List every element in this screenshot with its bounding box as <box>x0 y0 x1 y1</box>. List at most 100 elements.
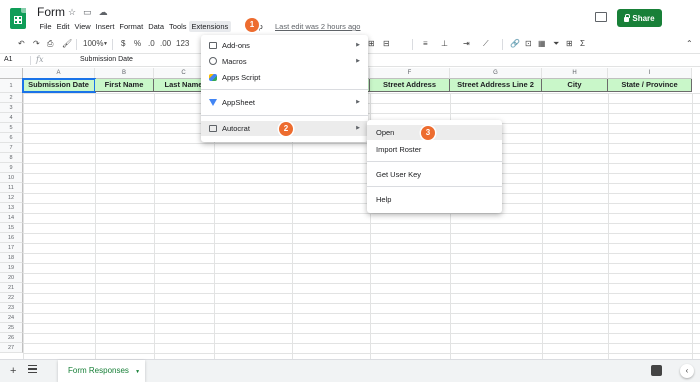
functions-icon[interactable]: Σ <box>580 39 585 48</box>
row-header[interactable]: 2 <box>0 93 23 103</box>
formula-input[interactable]: Submission Date <box>80 56 133 63</box>
cloud-status-icon[interactable]: ☁ <box>99 7 108 18</box>
merge-cells-icon[interactable]: ⊟ <box>383 39 390 48</box>
row-header[interactable]: 9 <box>0 163 23 173</box>
row-header[interactable]: 19 <box>0 263 23 273</box>
row-header[interactable]: 23 <box>0 303 23 313</box>
collapse-toolbar-icon[interactable]: ⌃ <box>686 39 693 48</box>
row-header[interactable]: 21 <box>0 283 23 293</box>
insert-link-icon[interactable]: 🔗 <box>510 39 520 48</box>
row-header[interactable]: 3 <box>0 103 23 113</box>
row-header[interactable]: 13 <box>0 203 23 213</box>
column-header-b[interactable]: B <box>95 68 154 79</box>
row-header[interactable]: 10 <box>0 173 23 183</box>
menu-file[interactable]: File <box>37 21 54 32</box>
insert-comment-icon[interactable]: ⊡ <box>525 39 532 48</box>
row-header[interactable]: 17 <box>0 243 23 253</box>
row-header[interactable]: 20 <box>0 273 23 283</box>
doc-title[interactable]: Form <box>37 5 65 19</box>
menu-view[interactable]: View <box>72 21 93 32</box>
column-header-a[interactable]: A <box>23 68 95 79</box>
row-header[interactable]: 4 <box>0 113 23 123</box>
insert-chart-icon[interactable]: ▦ <box>538 39 546 48</box>
header-cell-street-address[interactable]: Street Address <box>370 79 450 92</box>
menu-format[interactable]: Format <box>117 21 146 32</box>
add-sheet-icon[interactable]: + <box>10 365 16 377</box>
header-cell-submission-date[interactable]: Submission Date <box>22 78 96 93</box>
decrease-decimal-button[interactable]: .0 <box>148 39 155 48</box>
last-edit-link[interactable]: Last edit was 2 hours ago <box>275 22 360 31</box>
row-header[interactable]: 5 <box>0 123 23 133</box>
borders-icon[interactable]: ⊞ <box>368 39 375 48</box>
all-sheets-icon[interactable] <box>28 365 37 373</box>
row-header[interactable]: 25 <box>0 323 23 333</box>
menu-item-add-ons[interactable]: Add-ons ▶ <box>201 38 368 53</box>
filter-icon[interactable]: ⏷ <box>553 39 559 49</box>
percent-button[interactable]: % <box>134 39 141 48</box>
star-icon[interactable]: ☆ <box>68 7 76 18</box>
name-box[interactable]: A1 <box>4 56 13 63</box>
row-header[interactable]: 11 <box>0 183 23 193</box>
move-folder-icon[interactable]: ▭ <box>83 7 92 18</box>
submenu-item-import-roster[interactable]: Import Roster <box>367 142 502 157</box>
share-button[interactable]: Share <box>617 9 662 27</box>
menu-item-apps-script[interactable]: Apps Script <box>201 70 368 85</box>
text-rotation-icon[interactable]: ⟋ <box>483 39 489 49</box>
row-header[interactable]: 8 <box>0 153 23 163</box>
menu-edit[interactable]: Edit <box>54 21 72 32</box>
row-header[interactable]: 14 <box>0 213 23 223</box>
row-header[interactable]: 26 <box>0 333 23 343</box>
select-all-corner[interactable] <box>0 68 23 79</box>
menu-divider <box>367 161 502 162</box>
menu-item-label: Autocrat <box>222 124 250 133</box>
header-cell-state[interactable]: State / Province <box>608 79 692 92</box>
column-header-g[interactable]: G <box>450 68 542 79</box>
zoom-select[interactable]: 100% <box>83 39 103 48</box>
undo-icon[interactable]: ↶ <box>18 39 25 48</box>
chevron-down-icon[interactable]: ▼ <box>135 369 140 375</box>
menu-insert[interactable]: Insert <box>93 21 117 32</box>
paint-format-icon[interactable]: 🖌 <box>62 39 72 48</box>
appsheet-icon <box>209 99 217 106</box>
menu-item-appsheet[interactable]: AppSheet ▶ <box>201 95 368 110</box>
row-header[interactable]: 18 <box>0 253 23 263</box>
column-header-h[interactable]: H <box>542 68 608 79</box>
print-icon[interactable]: ⎙ <box>47 39 53 49</box>
row-header[interactable]: 12 <box>0 193 23 203</box>
menu-item-macros[interactable]: Macros ▶ <box>201 54 368 69</box>
row-header[interactable]: 6 <box>0 133 23 143</box>
header-cell-city[interactable]: City <box>542 79 608 92</box>
row-header[interactable]: 16 <box>0 233 23 243</box>
submenu-item-help[interactable]: Help <box>367 192 502 207</box>
row-header[interactable]: 24 <box>0 313 23 323</box>
text-wrap-icon[interactable]: ⇥ <box>463 39 470 48</box>
submenu-item-get-user-key[interactable]: Get User Key <box>367 167 502 182</box>
currency-button[interactable]: $ <box>121 39 125 48</box>
header-cell-first-name[interactable]: First Name <box>95 79 154 92</box>
row-header[interactable]: 22 <box>0 293 23 303</box>
chevron-down-icon: ▼ <box>103 41 108 47</box>
redo-icon[interactable]: ↷ <box>33 39 40 48</box>
explore-icon[interactable] <box>651 365 662 376</box>
vertical-align-icon[interactable]: ⊥ <box>441 39 448 48</box>
sheet-tab-form-responses[interactable]: Form Responses ▼ <box>58 360 145 382</box>
menu-tools[interactable]: Tools <box>167 21 190 32</box>
menu-extensions[interactable]: Extensions <box>189 21 231 32</box>
horizontal-align-icon[interactable]: ≡ <box>423 39 428 48</box>
increase-decimal-button[interactable]: .00 <box>160 39 171 48</box>
more-formats-button[interactable]: 123 <box>176 39 189 48</box>
menu-data[interactable]: Data <box>146 21 167 32</box>
header-cell-street-address-2[interactable]: Street Address Line 2 <box>450 79 542 92</box>
row-header[interactable]: 15 <box>0 223 23 233</box>
filter-views-icon[interactable]: ⊞ <box>566 39 573 48</box>
row-header[interactable]: 7 <box>0 143 23 153</box>
column-header-i[interactable]: I <box>608 68 692 79</box>
row-header[interactable]: 1 <box>0 79 23 93</box>
column-header-f[interactable]: F <box>370 68 450 79</box>
title-icons: ☆ ▭ ☁ <box>68 7 108 18</box>
macros-icon <box>209 57 217 65</box>
row-header[interactable]: 27 <box>0 343 23 353</box>
sheets-logo-icon[interactable] <box>10 8 26 29</box>
comment-history-icon[interactable] <box>595 12 607 22</box>
side-panel-toggle-icon[interactable]: ‹ <box>680 364 694 378</box>
